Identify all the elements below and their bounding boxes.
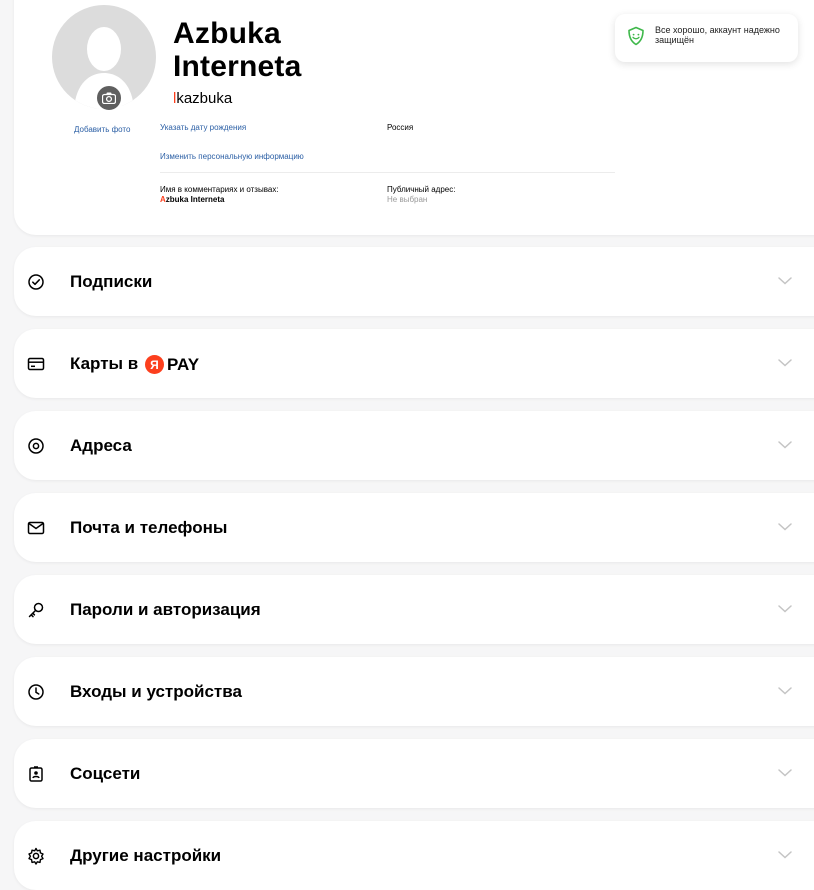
chevron-down-icon[interactable] [778,523,792,531]
profile-name: Azbuka Interneta [173,17,302,83]
chevron-down-icon[interactable] [778,769,792,777]
section-label: Пароли и авторизация [70,600,261,619]
profile-name-line1: Azbuka [173,17,281,50]
comments-name-label: Имя в комментариях и отзывах: [160,185,279,194]
section-other-settings[interactable]: Другие настройки [14,821,814,890]
chevron-down-icon[interactable] [778,359,792,367]
profile-login: lkazbuka [173,90,232,107]
add-photo-link[interactable]: Добавить фото [74,125,130,134]
profile-divider [160,172,615,173]
section-label: Почта и телефоны [70,518,228,537]
section-label: Соцсети [70,764,141,783]
set-birthday-link[interactable]: Указать дату рождения [160,123,246,132]
section-cards-yapay[interactable]: Карты в Я PAY [14,329,814,398]
gear-icon [28,847,44,865]
check-circle-icon [28,274,44,290]
key-icon [28,602,44,618]
section-label: Подписки [70,272,153,291]
cards-label-text: Карты в [70,354,139,373]
comments-name-value[interactable]: Azbuka Interneta [160,195,224,204]
badge-icon [29,766,43,782]
section-label: Входы и устройства [70,682,242,701]
yandex-logo-icon: Я [144,355,164,375]
section-social[interactable]: Соцсети [14,739,814,808]
chevron-down-icon[interactable] [778,687,792,695]
location-icon [28,438,44,454]
chevron-down-icon[interactable] [778,441,792,449]
comments-name-rest: zbuka Interneta [165,195,225,204]
clock-icon [28,684,44,700]
mail-icon [27,521,45,535]
section-label: Адреса [70,436,132,455]
section-subscriptions[interactable]: Подписки [14,247,814,316]
country-value: Россия [387,123,414,132]
section-passwords[interactable]: Пароли и авторизация [14,575,814,644]
chevron-down-icon[interactable] [778,277,792,285]
public-address-value[interactable]: Не выбран [387,195,427,204]
chevron-down-icon[interactable] [778,851,792,859]
card-icon [27,357,45,371]
camera-icon[interactable] [94,83,124,113]
section-label: Карты в Я PAY [70,354,199,375]
edit-personal-info-link[interactable]: Изменить персональную информацию [160,152,304,161]
section-label: Другие настройки [70,846,222,865]
profile-name-line2: Interneta [173,50,302,83]
section-addresses[interactable]: Адреса [14,411,814,480]
section-mail-phones[interactable]: Почта и телефоны [14,493,814,562]
public-address-label: Публичный адрес: [387,185,456,194]
pay-text: PAY [166,354,200,374]
section-logins-devices[interactable]: Входы и устройства [14,657,814,726]
chevron-down-icon[interactable] [778,605,792,613]
security-status-text: Все хорошо, аккаунт надежно защищён [655,25,780,45]
smile-shield-icon [628,26,644,46]
login-rest: kazbuka [176,90,233,107]
yandex-pay-logo: Я PAY [144,354,200,375]
security-status-badge[interactable]: Все хорошо, аккаунт надежно защищён [615,14,798,62]
